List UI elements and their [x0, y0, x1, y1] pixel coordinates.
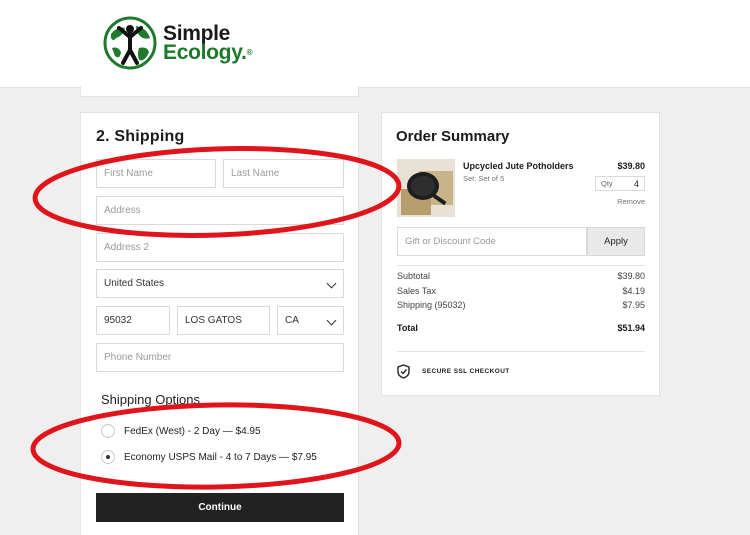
chevron-down-icon: [326, 278, 337, 289]
chevron-down-icon: [326, 315, 337, 326]
address2-field[interactable]: Address 2: [96, 233, 344, 262]
remove-item-link[interactable]: Remove: [617, 197, 645, 206]
logo-line2: Ecology: [163, 41, 242, 64]
previous-step-card: [80, 86, 359, 97]
divider: [397, 351, 645, 352]
country-value: United States: [104, 278, 165, 289]
secure-checkout-badge: SECURE SSL CHECKOUT: [397, 364, 510, 379]
product-variant: Set: Set of 5: [463, 174, 505, 183]
shipping-section: 2. Shipping First Name Last Name Address…: [80, 112, 359, 535]
sales-tax-row: Sales Tax $4.19: [397, 286, 645, 296]
line-value: $7.95: [622, 300, 645, 310]
apply-discount-button[interactable]: Apply: [587, 227, 645, 256]
total-value: $51.94: [617, 323, 645, 333]
shipping-option-label: FedEx (West) - 2 Day — $4.95: [124, 425, 261, 437]
radio-button-selected[interactable]: [101, 450, 115, 464]
order-summary: Order Summary Upcycled Jute Potholders S…: [381, 112, 660, 396]
shipping-options-title: Shipping Options: [101, 392, 201, 407]
line-label: Subtotal: [397, 271, 431, 281]
total-row: Total $51.94: [397, 323, 645, 333]
product-thumbnail: [397, 159, 455, 217]
globe-person-logo-icon: [103, 16, 157, 70]
continue-button[interactable]: Continue: [96, 493, 344, 522]
product-price: $39.80: [617, 161, 645, 171]
subtotal-row: Subtotal $39.80: [397, 271, 645, 281]
logo-registered-mark: ®: [246, 48, 253, 57]
last-name-field[interactable]: Last Name: [223, 159, 344, 188]
divider: [397, 265, 645, 266]
line-label: Sales Tax: [397, 286, 436, 296]
shipping-cost-row: Shipping (95032) $7.95: [397, 300, 645, 310]
shipping-option-label: Economy USPS Mail - 4 to 7 Days — $7.95: [124, 451, 317, 463]
state-select[interactable]: CA: [277, 306, 344, 335]
total-label: Total: [397, 323, 418, 333]
line-value: $39.80: [617, 271, 645, 281]
order-summary-title: Order Summary: [396, 128, 510, 145]
qty-value: 4: [633, 178, 639, 189]
shield-check-icon: [397, 364, 410, 379]
potholder-skillet-image: [397, 159, 455, 217]
product-name[interactable]: Upcycled Jute Potholders: [463, 161, 574, 171]
address-field[interactable]: Address: [96, 196, 344, 225]
radio-button[interactable]: [101, 424, 115, 438]
quantity-field[interactable]: Qty 4: [595, 176, 645, 191]
discount-code-input[interactable]: Gift or Discount Code: [397, 227, 587, 256]
site-header: Simple Ecology.®: [0, 0, 750, 88]
shipping-option-fedex[interactable]: FedEx (West) - 2 Day — $4.95: [101, 422, 261, 440]
state-value: CA: [285, 315, 299, 326]
site-logo[interactable]: Simple Ecology.®: [103, 16, 252, 70]
ssl-label: SECURE SSL CHECKOUT: [422, 368, 510, 375]
country-select[interactable]: United States: [96, 269, 344, 298]
shipping-option-usps[interactable]: Economy USPS Mail - 4 to 7 Days — $7.95: [101, 448, 317, 466]
line-value: $4.19: [622, 286, 645, 296]
logo-wordmark: Simple Ecology.®: [163, 22, 253, 64]
shipping-section-title: 2. Shipping: [96, 128, 185, 145]
zip-field[interactable]: 95032: [96, 306, 170, 335]
qty-label: Qty: [601, 179, 613, 188]
phone-field[interactable]: Phone Number: [96, 343, 344, 372]
city-field[interactable]: LOS GATOS: [177, 306, 270, 335]
first-name-field[interactable]: First Name: [96, 159, 216, 188]
line-label: Shipping (95032): [397, 300, 466, 310]
